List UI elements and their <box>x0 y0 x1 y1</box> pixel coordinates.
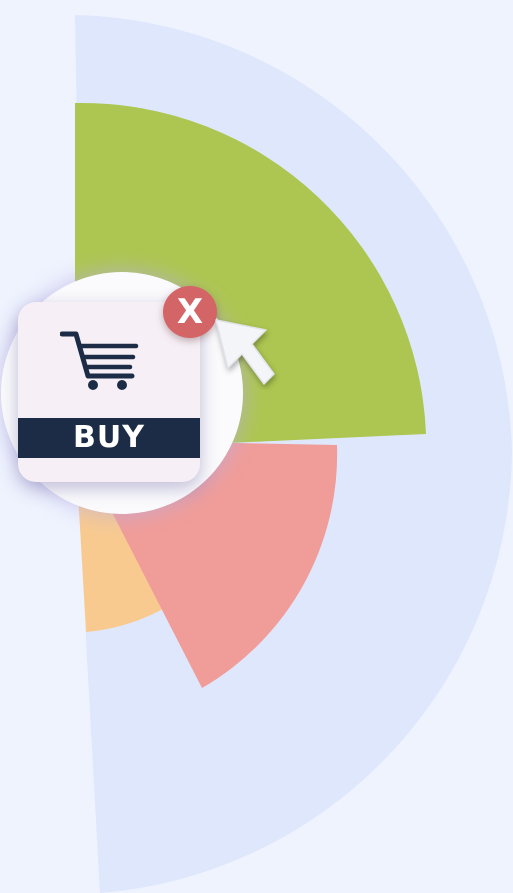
close-button[interactable]: X <box>163 286 217 338</box>
close-icon: X <box>176 292 204 332</box>
shopping-cart-icon <box>60 331 139 390</box>
buy-label: BUY <box>18 418 200 458</box>
mouse-pointer-icon <box>215 319 275 385</box>
